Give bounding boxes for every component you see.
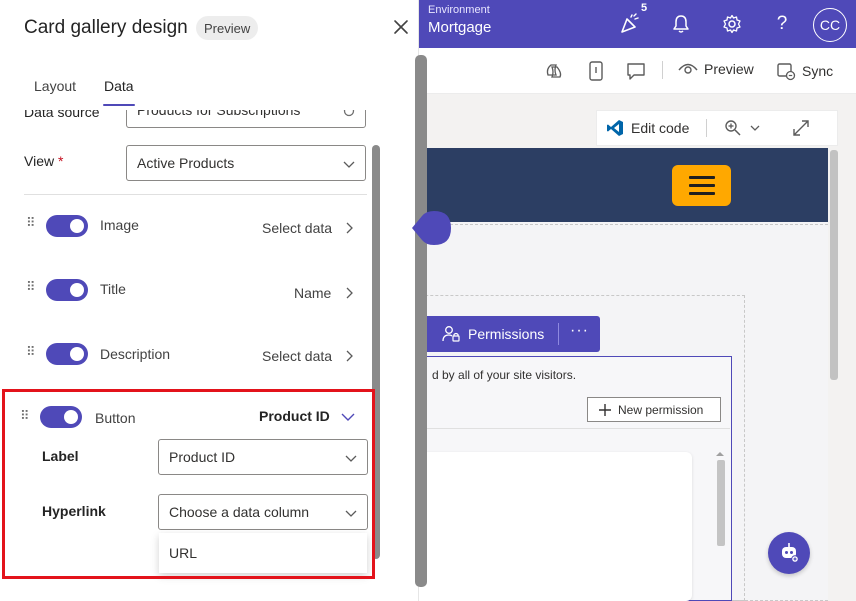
notifications-badge: 5 bbox=[641, 2, 648, 14]
environment-name[interactable]: Mortgage bbox=[428, 19, 491, 36]
image-toggle[interactable] bbox=[46, 215, 88, 237]
active-tab-indicator bbox=[103, 104, 135, 106]
data-source-select[interactable]: Products for Subscriptions bbox=[126, 110, 366, 128]
more-options-button[interactable]: ··· bbox=[570, 322, 589, 340]
tab-data[interactable]: Data bbox=[104, 78, 134, 94]
zoom-button[interactable] bbox=[724, 119, 761, 137]
button-section-highlight bbox=[2, 389, 375, 579]
device-preview-icon[interactable] bbox=[588, 61, 604, 81]
expand-icon[interactable] bbox=[792, 119, 810, 137]
sync-label: Sync bbox=[802, 63, 834, 79]
data-source-value: Products for Subscriptions bbox=[137, 110, 301, 118]
permissions-icon bbox=[442, 326, 460, 342]
chevron-right-icon[interactable] bbox=[342, 286, 356, 300]
tab-layout[interactable]: Layout bbox=[34, 78, 76, 94]
section-divider bbox=[24, 194, 367, 195]
image-row-value[interactable]: Select data bbox=[262, 220, 332, 236]
comment-icon[interactable] bbox=[626, 61, 646, 81]
preview-label: Preview bbox=[704, 61, 754, 77]
celebrate-icon[interactable] bbox=[618, 12, 642, 36]
title-row-value[interactable]: Name bbox=[294, 285, 331, 301]
chevron-down-icon bbox=[750, 125, 760, 131]
plus-icon bbox=[599, 403, 611, 416]
title-toggle[interactable] bbox=[46, 279, 88, 301]
permissions-divider-line bbox=[380, 428, 730, 429]
view-value: Active Products bbox=[137, 155, 235, 171]
edit-code-button[interactable]: Edit code bbox=[606, 119, 689, 137]
view-select[interactable]: Active Products bbox=[126, 145, 366, 181]
sync-button[interactable]: Sync bbox=[776, 61, 833, 81]
view-label: View * bbox=[24, 153, 64, 169]
edit-code-label: Edit code bbox=[631, 120, 690, 136]
help-icon[interactable]: ? bbox=[770, 12, 794, 36]
panel-resize-knob[interactable] bbox=[412, 211, 451, 245]
hamburger-menu-button[interactable] bbox=[672, 165, 731, 206]
new-permission-button[interactable]: New permission bbox=[587, 397, 721, 422]
environment-label: Environment bbox=[428, 4, 490, 16]
scroll-up-arrow-icon bbox=[716, 452, 724, 456]
title-row-label: Title bbox=[100, 281, 126, 297]
image-row-label: Image bbox=[100, 217, 139, 233]
drag-handle-icon[interactable]: ⠿ bbox=[26, 279, 35, 295]
search-icon bbox=[343, 110, 355, 117]
permissions-info-text: d by all of your site visitors. bbox=[432, 368, 577, 382]
permissions-label: Permissions bbox=[468, 326, 545, 342]
chevron-right-icon[interactable] bbox=[342, 221, 356, 235]
copilot-icon[interactable] bbox=[544, 61, 564, 81]
description-toggle[interactable] bbox=[46, 343, 88, 365]
description-row-label: Description bbox=[100, 346, 171, 362]
avatar[interactable]: CC bbox=[813, 8, 847, 42]
canvas-scrollbar[interactable] bbox=[830, 150, 838, 380]
canvas-toolbar-items: Edit code bbox=[596, 110, 838, 146]
bell-icon[interactable] bbox=[669, 12, 693, 36]
drag-handle-icon[interactable]: ⠿ bbox=[26, 215, 35, 231]
gear-icon[interactable] bbox=[720, 12, 744, 36]
data-source-label: Data source bbox=[24, 110, 100, 120]
required-mark: * bbox=[57, 153, 64, 169]
panel-title: Card gallery design bbox=[24, 17, 188, 38]
bot-icon bbox=[782, 543, 799, 563]
panel-outer-scrollbar[interactable] bbox=[415, 55, 427, 587]
toolbar-divider bbox=[706, 119, 707, 137]
chevron-right-icon[interactable] bbox=[342, 349, 356, 363]
chevron-down-icon bbox=[343, 161, 355, 168]
new-permission-label: New permission bbox=[618, 402, 704, 417]
card-gallery-design-panel: Card gallery design Preview Layout Data … bbox=[0, 0, 419, 601]
permissions-button[interactable]: Permissions bbox=[442, 325, 544, 343]
copilot-chat-button[interactable] bbox=[768, 532, 810, 574]
description-row-value[interactable]: Select data bbox=[262, 348, 332, 364]
drag-handle-icon[interactable]: ⠿ bbox=[26, 344, 35, 360]
preview-badge: Preview bbox=[196, 16, 259, 40]
preview-button[interactable]: Preview bbox=[678, 61, 754, 77]
command-divider bbox=[662, 61, 663, 79]
permissions-scrollbar[interactable] bbox=[717, 460, 725, 546]
permissions-divider bbox=[558, 323, 559, 345]
close-icon[interactable] bbox=[389, 15, 413, 39]
